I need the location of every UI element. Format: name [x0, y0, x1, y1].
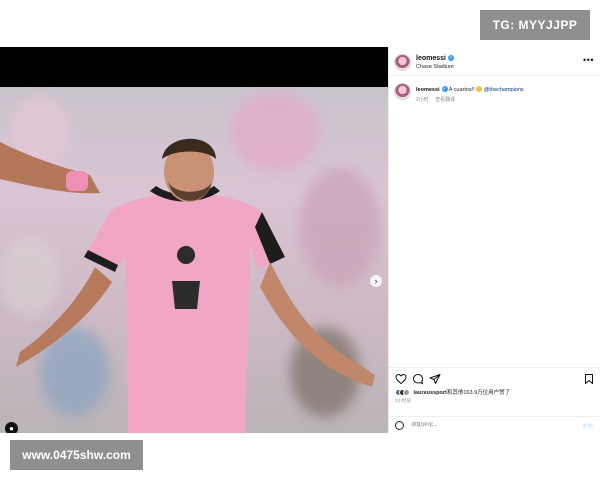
share-icon[interactable] [429, 373, 441, 385]
add-comment-row: 发布 [389, 416, 600, 433]
post-photo: › ● [0, 87, 388, 433]
caption-meta: 2小时 查看翻译 [416, 96, 460, 103]
post-timestamp: 2小时前 [395, 398, 412, 403]
watermark-top-right: TG: MYYJJPP [480, 10, 590, 40]
header-divider [389, 75, 600, 76]
likes-username[interactable]: laureussport [414, 390, 447, 396]
action-bar [395, 373, 595, 385]
verified-icon: ✓ [447, 55, 454, 61]
liker-avatar [403, 389, 410, 396]
post-details-panel: leomessi ✓ Chase Stadium ••• leomessi ✓ A … [388, 47, 600, 433]
comment-icon[interactable] [412, 373, 424, 385]
caption-time: 2小时 [416, 97, 429, 103]
likes-text[interactable]: 和其他163.9万位用户赞了 [447, 390, 510, 396]
post-media: › ● [0, 47, 388, 433]
instagram-post-screenshot: TG: MYYJJPP › ● leomessi ✓ Chase Stadium… [0, 0, 600, 480]
more-horizontal-icon[interactable]: ••• [583, 55, 594, 65]
author-header: leomessi ✓ [416, 55, 454, 62]
post-comment-button[interactable]: 发布 [582, 422, 593, 430]
player-figure [0, 138, 375, 433]
verified-icon: ✓ [441, 86, 448, 92]
add-comment-input[interactable] [411, 422, 482, 428]
actions-divider [389, 367, 600, 368]
author-username[interactable]: leomessi [416, 55, 446, 62]
user-tag-icon[interactable]: ● [5, 422, 18, 433]
caption-avatar[interactable] [394, 83, 411, 100]
post-location[interactable]: Chase Stadium [416, 64, 454, 70]
translate-link[interactable]: 查看翻译 [435, 97, 455, 103]
trophy-emoji-icon [476, 86, 483, 92]
author-avatar[interactable] [394, 54, 411, 71]
bookmark-icon[interactable] [583, 373, 595, 385]
likes-summary: laureussport和其他163.9万位用户赞了 [395, 388, 510, 396]
next-image-button[interactable]: › [370, 275, 382, 287]
caption-mention[interactable]: @thechampions [484, 87, 524, 93]
heart-icon[interactable] [395, 373, 407, 385]
watermark-bottom-left: www.0475shw.com [10, 440, 143, 470]
caption-text: A cuartos!! [448, 87, 475, 93]
smile-icon[interactable] [395, 421, 404, 430]
caption: leomessi ✓ A cuartos!! @thechampions [416, 86, 524, 93]
caption-username[interactable]: leomessi [416, 87, 440, 93]
